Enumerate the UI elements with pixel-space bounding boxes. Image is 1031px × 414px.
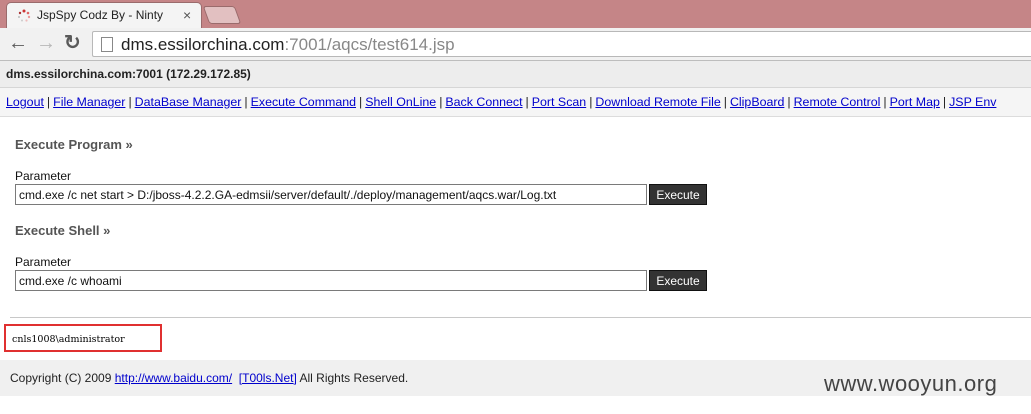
menu-separator: | xyxy=(723,95,727,109)
host-info-bar: dms.essilorchina.com:7001 (172.29.172.85… xyxy=(0,61,1031,88)
execute-program-input[interactable] xyxy=(15,184,647,205)
menu-link-remote-control[interactable]: Remote Control xyxy=(794,95,881,109)
baidu-link[interactable]: http://www.baidu.com/ xyxy=(115,371,232,385)
menu-separator: | xyxy=(525,95,529,109)
copyright-suffix: All Rights Reserved. xyxy=(299,371,409,385)
menu-link-port-scan[interactable]: Port Scan xyxy=(532,95,586,109)
menu-separator: | xyxy=(589,95,593,109)
url-host: dms.essilorchina.com xyxy=(121,35,285,54)
url-path: :7001/aqcs/test614.jsp xyxy=(284,35,455,54)
wooyun-watermark: www.wooyun.org xyxy=(824,371,998,396)
menu-separator: | xyxy=(359,95,363,109)
copyright-prefix: Copyright (C) 2009 xyxy=(10,371,112,385)
loading-spinner-icon xyxy=(18,9,31,22)
execute-program-button[interactable]: Execute xyxy=(649,184,707,205)
menu-link-file-manager[interactable]: File Manager xyxy=(53,95,125,109)
command-output: cnls1008\administrator xyxy=(12,334,125,345)
menu-link-back-connect[interactable]: Back Connect xyxy=(445,95,522,109)
t00ls-link[interactable]: [T00ls.Net] xyxy=(239,371,297,385)
browser-tab-strip: JspSpy Codz By - Ninty × xyxy=(0,0,1031,28)
menu-link-execute-command[interactable]: Execute Command xyxy=(251,95,356,109)
menu-separator: | xyxy=(883,95,887,109)
execute-shell-title: Execute Shell » xyxy=(15,223,111,238)
tab-title: JspSpy Codz By - Ninty xyxy=(37,8,164,22)
menu-link-clipboard[interactable]: ClipBoard xyxy=(730,95,784,109)
menu-separator: | xyxy=(439,95,443,109)
copyright: Copyright (C) 2009 http://www.baidu.com/… xyxy=(10,371,408,385)
execute-program-title: Execute Program » xyxy=(15,137,133,152)
forward-arrow-icon[interactable]: → xyxy=(36,32,56,54)
execute-shell-input[interactable] xyxy=(15,270,647,291)
menu-separator: | xyxy=(244,95,248,109)
execute-program-param-label: Parameter xyxy=(15,169,72,183)
host-info: dms.essilorchina.com:7001 (172.29.172.85… xyxy=(6,67,251,81)
divider xyxy=(10,317,1031,318)
page-icon xyxy=(101,37,113,52)
menu-separator: | xyxy=(46,95,51,109)
url-text: dms.essilorchina.com:7001/aqcs/test614.j… xyxy=(121,35,455,55)
back-arrow-icon[interactable]: ← xyxy=(8,32,28,54)
menu-separator: | xyxy=(128,95,132,109)
execute-shell-param-label: Parameter xyxy=(15,255,72,269)
execute-shell-button[interactable]: Execute xyxy=(649,270,707,291)
menu-bar: Logout | File Manager | DataBase Manager | Exe… xyxy=(0,88,1031,117)
command-output-highlight: cnls1008\administrator xyxy=(4,324,162,352)
close-tab-icon[interactable]: × xyxy=(183,7,191,23)
menu-links: Logout | File Manager | DataBase Manager | Exe… xyxy=(6,95,996,109)
menu-link-port-map[interactable]: Port Map xyxy=(890,95,940,109)
browser-toolbar: ← → ↻ dms.essilorchina.com:7001/aqcs/tes… xyxy=(0,28,1031,61)
menu-separator: | xyxy=(942,95,947,109)
reload-icon[interactable]: ↻ xyxy=(64,32,81,54)
menu-link-database-manager[interactable]: DataBase Manager xyxy=(135,95,242,109)
address-bar[interactable]: dms.essilorchina.com:7001/aqcs/test614.j… xyxy=(92,31,1031,57)
menu-link-shell-online[interactable]: Shell OnLine xyxy=(365,95,436,109)
menu-link-jsp-env[interactable]: JSP Env xyxy=(949,95,996,109)
menu-link-download-remote-file[interactable]: Download Remote File xyxy=(595,95,720,109)
menu-separator: | xyxy=(787,95,791,109)
browser-tab[interactable]: JspSpy Codz By - Ninty × xyxy=(6,2,202,28)
new-tab-button[interactable] xyxy=(202,6,242,24)
menu-link-logout[interactable]: Logout xyxy=(6,95,44,109)
